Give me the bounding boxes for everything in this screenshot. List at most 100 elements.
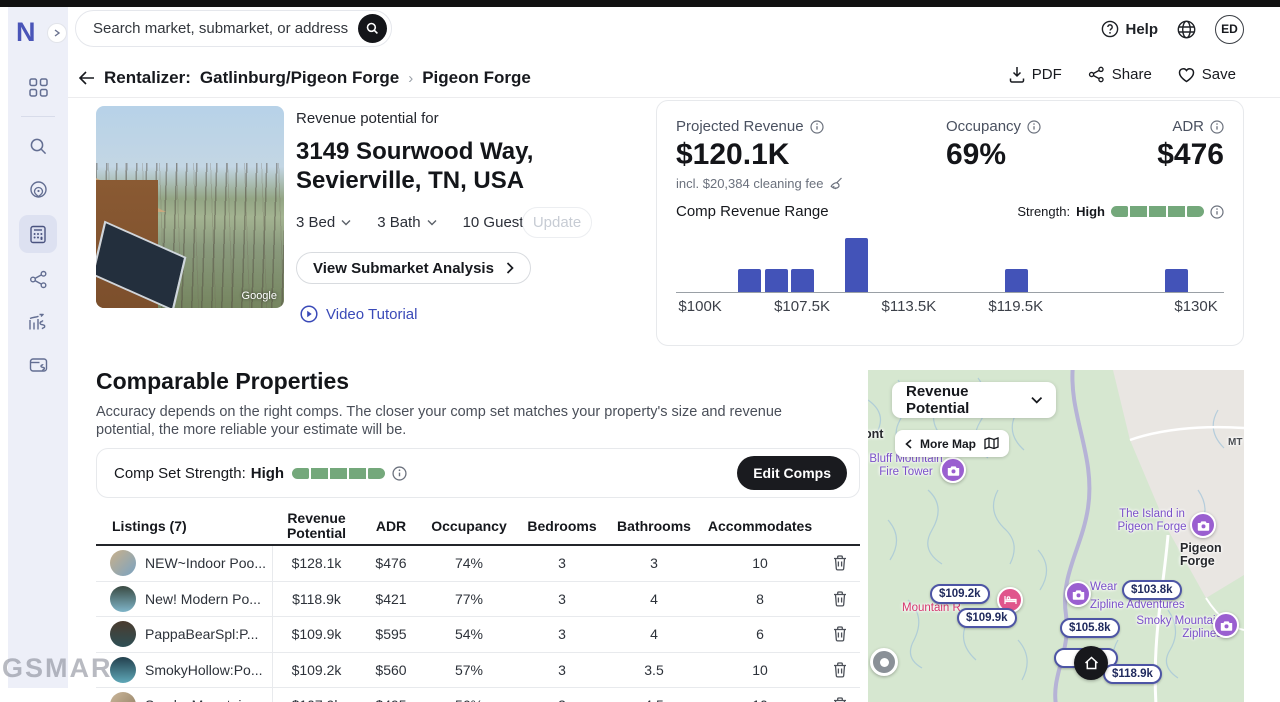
home-icon <box>1084 656 1099 670</box>
info-icon[interactable] <box>392 466 407 481</box>
comps-map[interactable]: ontBluff Mountain Fire TowerMTThe Island… <box>868 370 1244 702</box>
map-poi-camera[interactable] <box>940 457 966 483</box>
table-row[interactable]: New! Modern Po...$118.9k$42177%348 <box>96 582 860 618</box>
bath-selector-value: 3 Bath <box>377 214 420 231</box>
info-icon[interactable] <box>1027 120 1041 134</box>
calculator-icon <box>29 225 47 244</box>
page-title: Rentalizer: <box>104 68 191 88</box>
strength-segment <box>368 468 385 479</box>
help-label: Help <box>1125 21 1158 38</box>
globe-icon <box>1176 19 1197 40</box>
bed-selector[interactable]: 3 Bed <box>296 214 351 231</box>
price-marker[interactable]: $109.9k <box>957 608 1017 628</box>
sidebar-item-search[interactable] <box>19 129 57 163</box>
projected-revenue-label: Projected Revenue <box>676 118 804 135</box>
price-marker[interactable]: $118.9k <box>1103 664 1162 684</box>
bath-selector[interactable]: 3 Bath <box>377 214 436 231</box>
price-marker[interactable]: $109.2k <box>930 584 990 604</box>
heart-icon <box>1178 67 1195 83</box>
video-tutorial-link[interactable]: Video Tutorial <box>300 305 417 323</box>
listing-accommodates: 6 <box>700 626 820 642</box>
sidebar-item-dashboard[interactable] <box>19 70 57 104</box>
sidebar-item-investor[interactable] <box>19 305 57 339</box>
search-input[interactable] <box>93 20 358 37</box>
arrow-left-icon <box>78 71 95 85</box>
map-poi-camera[interactable] <box>1065 581 1091 607</box>
update-button[interactable]: Update <box>522 207 592 238</box>
price-marker[interactable]: $103.8k <box>1122 580 1182 600</box>
col-bathrooms[interactable]: Bathrooms <box>608 519 700 534</box>
map-poi-camera[interactable] <box>1190 512 1216 538</box>
pdf-button[interactable]: PDF <box>1009 66 1062 83</box>
listing-bathrooms: 4 <box>608 591 700 607</box>
strength-meter <box>292 468 385 479</box>
listing-bedrooms: 3 <box>516 555 608 571</box>
histogram-bar-1 <box>765 269 788 292</box>
language-button[interactable] <box>1176 19 1197 40</box>
chevron-right-icon <box>53 29 61 37</box>
delete-comp-button[interactable] <box>820 555 860 571</box>
adr-value: $476 <box>1157 138 1224 172</box>
listing-name[interactable]: SmokyHollow:Po... <box>145 662 262 678</box>
table-row[interactable]: SmokyHollow:Po...$109.2k$56057%33.510 <box>96 653 860 689</box>
airdna-logo[interactable]: N <box>16 17 46 47</box>
listing-occupancy: 54% <box>422 626 516 642</box>
listing-occupancy: 74% <box>422 555 516 571</box>
histogram-bar-3 <box>845 238 868 292</box>
col-bedrooms[interactable]: Bedrooms <box>516 519 608 534</box>
share-label: Share <box>1112 66 1152 83</box>
map-poi-camera[interactable] <box>1213 612 1239 638</box>
info-icon[interactable] <box>810 120 824 134</box>
edit-comps-button[interactable]: Edit Comps <box>737 456 847 490</box>
sidebar-divider <box>21 116 55 117</box>
table-row[interactable]: PappaBearSpl:P...$109.9k$59554%346 <box>96 617 860 653</box>
sidebar-item-rentalizer[interactable] <box>19 215 57 253</box>
price-marker[interactable]: $105.8k <box>1060 618 1120 638</box>
search-submit-button[interactable] <box>358 14 387 43</box>
col-listings[interactable]: Listings (7) <box>96 519 272 534</box>
delete-comp-button[interactable] <box>820 662 860 678</box>
market-search <box>75 10 392 47</box>
listing-adr: $476 <box>360 555 422 571</box>
sidebar-expand-button[interactable] <box>47 23 67 43</box>
col-accommodates[interactable]: Accommodates <box>700 519 820 534</box>
col-occupancy[interactable]: Occupancy <box>422 519 516 534</box>
table-row[interactable]: NEW~Indoor Poo...$128.1k$47674%3310 <box>96 546 860 582</box>
listing-name[interactable]: Smoky Mountain... <box>145 697 261 702</box>
grid-icon <box>29 78 48 97</box>
listing-name[interactable]: NEW~Indoor Poo... <box>145 555 266 571</box>
listing-thumbnail <box>110 550 136 576</box>
delete-comp-button[interactable] <box>820 626 860 642</box>
breadcrumb-market[interactable]: Gatlinburg/Pigeon Forge <box>200 68 399 88</box>
info-icon[interactable] <box>1210 120 1224 134</box>
listing-accommodates: 10 <box>700 697 820 702</box>
back-button[interactable] <box>78 71 95 85</box>
help-button[interactable]: Help <box>1101 20 1158 38</box>
view-submarket-analysis-button[interactable]: View Submarket Analysis <box>296 252 531 284</box>
sidebar-item-markets[interactable] <box>19 172 57 206</box>
more-map-button[interactable]: More Map <box>895 430 1009 457</box>
table-row[interactable]: Smoky Mountain...$107.9k$49556%34.510 <box>96 688 860 702</box>
revenue-potential-eyebrow: Revenue potential for <box>296 110 439 127</box>
sidebar-item-expenses[interactable] <box>19 348 57 382</box>
delete-comp-button[interactable] <box>820 697 860 702</box>
trash-icon <box>833 591 847 607</box>
histogram-tick: $130K <box>1174 298 1217 315</box>
delete-comp-button[interactable] <box>820 591 860 607</box>
share-button[interactable]: Share <box>1088 66 1152 83</box>
subject-property-marker[interactable] <box>1074 646 1108 680</box>
col-revenue-potential[interactable]: Revenue Potential <box>281 508 351 544</box>
listing-name[interactable]: New! Modern Po... <box>145 591 261 607</box>
col-adr[interactable]: ADR <box>360 519 422 534</box>
sidebar-item-str-insights[interactable] <box>19 262 57 296</box>
map-poi-locate[interactable] <box>870 648 898 676</box>
save-button[interactable]: Save <box>1178 66 1236 83</box>
map-layer-selector[interactable]: Revenue Potential <box>892 382 1056 418</box>
occupancy-stat: Occupancy 69% <box>946 118 1041 172</box>
histogram-tick: $113.5K <box>882 298 937 315</box>
user-avatar[interactable]: ED <box>1215 15 1244 44</box>
listing-accommodates: 10 <box>700 662 820 678</box>
listing-name[interactable]: PappaBearSpl:P... <box>145 626 258 642</box>
property-config: 3 Bed 3 Bath 10 Guests <box>296 214 547 231</box>
map-layer-value: Revenue Potential <box>906 383 1031 417</box>
